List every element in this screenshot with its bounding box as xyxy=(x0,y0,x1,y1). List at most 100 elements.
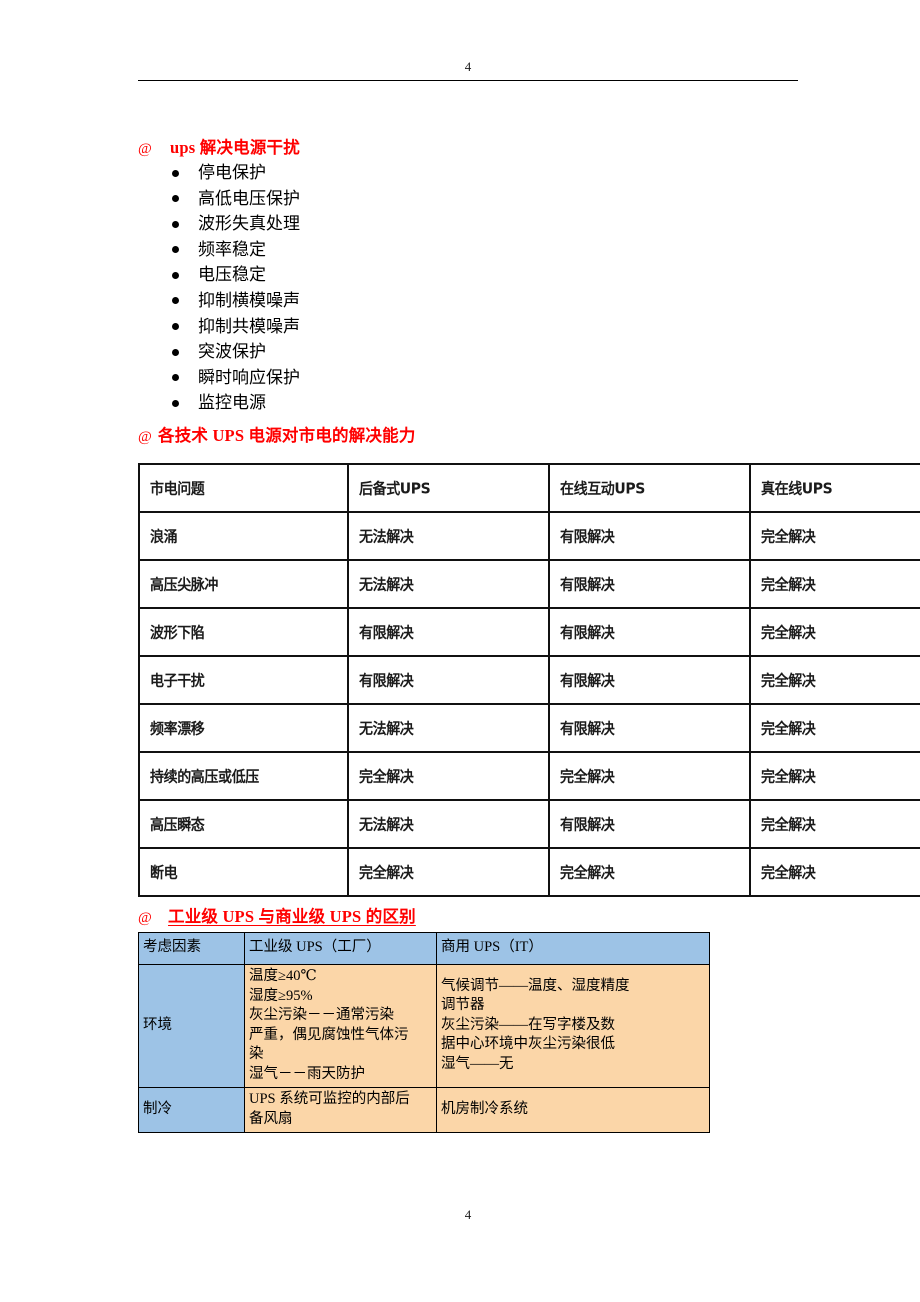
power-interference-list: 停电保护 高低电压保护 波形失真处理 频率稳定 电压稳定 抑制横模噪声 抑制共模… xyxy=(170,160,510,416)
bullet-icon xyxy=(172,271,179,279)
list-item-label: 监控电源 xyxy=(198,393,266,413)
column-header-line-interactive: 在线互动UPS xyxy=(548,461,751,515)
cell-issue: 频率漂移 xyxy=(138,701,349,755)
footer-page-number: 4 xyxy=(464,1207,472,1222)
list-item-label: 频率稳定 xyxy=(198,239,266,259)
bullet-icon xyxy=(172,220,179,228)
list-item: 停电保护 xyxy=(170,160,510,186)
cell-standby: 无法解决 xyxy=(347,701,550,755)
list-item: 抑制共模噪声 xyxy=(170,314,510,340)
cell-line: UPS 系统可监控的内部后 xyxy=(249,1091,410,1107)
cell-issue: 高压瞬态 xyxy=(138,797,349,851)
cell-standby: 无法解决 xyxy=(347,509,550,563)
cell-line-interactive: 有限解决 xyxy=(548,701,751,755)
column-header-online: 真在线UPS xyxy=(749,461,920,515)
list-item: 高低电压保护 xyxy=(170,186,510,212)
column-header-issue: 市电问题 xyxy=(138,461,349,515)
ups-capability-table: 市电问题 后备式UPS 在线互动UPS 真在线UPS 浪涌 无法解决 有限解决 … xyxy=(138,461,920,899)
cell-issue: 电子干扰 xyxy=(138,653,349,707)
cell-issue: 浪涌 xyxy=(138,509,349,563)
cell-standby: 完全解决 xyxy=(347,845,550,899)
row-label-cooling: 制冷 xyxy=(138,1087,245,1133)
table-row: 波形下陷 有限解决 有限解决 完全解决 xyxy=(138,605,920,659)
bullet-icon xyxy=(172,399,179,407)
document-page: 4 @ ups 解决电源干扰 停电保护 高低电压保护 波形失真处理 频率稳定 电压… xyxy=(0,0,920,1302)
section-heading-capability: @ 各技术 UPS 电源对市电的解决能力 xyxy=(138,422,416,446)
column-header-factor: 考虑因素 xyxy=(138,932,245,965)
cell-standby: 无法解决 xyxy=(347,797,550,851)
cell-line: 灰尘污染－－通常污染 xyxy=(249,1007,394,1023)
heading-2-text: 各技术 UPS 电源对市电的解决能力 xyxy=(158,426,416,445)
section-heading-industrial-vs-commercial: @ 工业级 UPS 与商业级 UPS 的区别 xyxy=(138,903,416,927)
cell-issue: 断电 xyxy=(138,845,349,899)
list-item: 频率稳定 xyxy=(170,237,510,263)
at-symbol-icon: @ xyxy=(138,141,153,157)
cell-online: 完全解决 xyxy=(749,845,920,899)
bullet-icon xyxy=(172,374,179,382)
cell-standby: 完全解决 xyxy=(347,749,550,803)
at-symbol-icon: @ xyxy=(138,429,153,445)
table-row: 浪涌 无法解决 有限解决 完全解决 xyxy=(138,509,920,563)
table-row: 持续的高压或低压 完全解决 完全解决 完全解决 xyxy=(138,749,920,803)
list-item-label: 突波保护 xyxy=(198,342,266,362)
cell-online: 完全解决 xyxy=(749,749,920,803)
table-row: 电子干扰 有限解决 有限解决 完全解决 xyxy=(138,653,920,707)
table-row: 高压尖脉冲 无法解决 有限解决 完全解决 xyxy=(138,557,920,611)
cell-line: 湿气——无 xyxy=(441,1055,514,1072)
cell-online: 完全解决 xyxy=(749,653,920,707)
list-item-label: 瞬时响应保护 xyxy=(198,367,300,387)
table-row: 高压瞬态 无法解决 有限解决 完全解决 xyxy=(138,797,920,851)
list-item-label: 高低电压保护 xyxy=(198,188,300,208)
list-item-label: 停电保护 xyxy=(198,163,266,182)
list-item: 电压稳定 xyxy=(170,262,510,288)
cell-online: 完全解决 xyxy=(749,509,920,563)
cell-line: 调节器 xyxy=(441,997,485,1014)
cell-online: 完全解决 xyxy=(749,797,920,851)
list-item: 监控电源 xyxy=(170,390,510,416)
table-row-header: 考虑因素 工业级 UPS（工厂） 商用 UPS（IT） xyxy=(138,932,710,965)
bullet-icon xyxy=(172,348,179,356)
cell-standby: 有限解决 xyxy=(347,605,550,659)
cell-online: 完全解决 xyxy=(749,605,920,659)
bullet-icon xyxy=(172,297,179,305)
column-header-commercial: 商用 UPS（IT） xyxy=(436,932,710,965)
bullet-icon xyxy=(172,169,179,177)
cell-issue: 波形下陷 xyxy=(138,605,349,659)
at-symbol-icon: @ xyxy=(138,910,153,926)
bullet-icon xyxy=(172,246,179,254)
table-row: 环境 温度≥40℃ 湿度≥95% 灰尘污染－－通常污染 严重，偶见腐蚀性气体污 … xyxy=(138,964,710,1088)
list-item-label: 电压稳定 xyxy=(198,265,266,285)
bullet-icon xyxy=(172,195,179,203)
cell-line: 灰尘污染——在写字楼及数 xyxy=(441,1016,615,1033)
heading-1-text: ups 解决电源干扰 xyxy=(170,138,300,157)
column-header-industrial: 工业级 UPS（工厂） xyxy=(244,932,437,965)
cell-line: 气候调节——温度、湿度精度 xyxy=(441,977,630,994)
list-item: 突波保护 xyxy=(170,339,510,365)
section-heading-power-interference: @ ups 解决电源干扰 xyxy=(138,134,300,158)
row-label-environment: 环境 xyxy=(138,964,245,1088)
list-item-label: 抑制共模噪声 xyxy=(198,316,300,336)
cell-standby: 无法解决 xyxy=(347,557,550,611)
cell-line: 机房制冷系统 xyxy=(441,1100,528,1117)
cell-industrial-environment: 温度≥40℃ 湿度≥95% 灰尘污染－－通常污染 严重，偶见腐蚀性气体污 染 湿… xyxy=(244,964,437,1088)
bullet-icon xyxy=(172,323,179,331)
list-item: 波形失真处理 xyxy=(170,211,510,237)
page-header: 4 xyxy=(138,60,798,90)
column-header-standby: 后备式UPS xyxy=(347,461,550,515)
ups-comparison-table: 考虑因素 工业级 UPS（工厂） 商用 UPS（IT） 环境 温度≥40℃ 湿度… xyxy=(138,932,710,1133)
list-item-label: 波形失真处理 xyxy=(198,214,300,234)
cell-online: 完全解决 xyxy=(749,701,920,755)
cell-line-interactive: 有限解决 xyxy=(548,509,751,563)
cell-line-interactive: 有限解决 xyxy=(548,797,751,851)
cell-commercial-environment: 气候调节——温度、湿度精度 调节器 灰尘污染——在写字楼及数 据中心环境中灰尘污… xyxy=(436,964,710,1088)
cell-line-interactive: 有限解决 xyxy=(548,653,751,707)
cell-online: 完全解决 xyxy=(749,557,920,611)
cell-issue: 持续的高压或低压 xyxy=(138,749,349,803)
cell-line-interactive: 完全解决 xyxy=(548,749,751,803)
table-row: 制冷 UPS 系统可监控的内部后 备风扇 机房制冷系统 xyxy=(138,1087,710,1133)
table-row-header: 市电问题 后备式UPS 在线互动UPS 真在线UPS xyxy=(138,461,920,515)
cell-commercial-cooling: 机房制冷系统 xyxy=(436,1087,710,1133)
cell-line: 湿度≥95% xyxy=(249,987,313,1004)
header-divider xyxy=(138,80,798,81)
cell-line-interactive: 有限解决 xyxy=(548,605,751,659)
